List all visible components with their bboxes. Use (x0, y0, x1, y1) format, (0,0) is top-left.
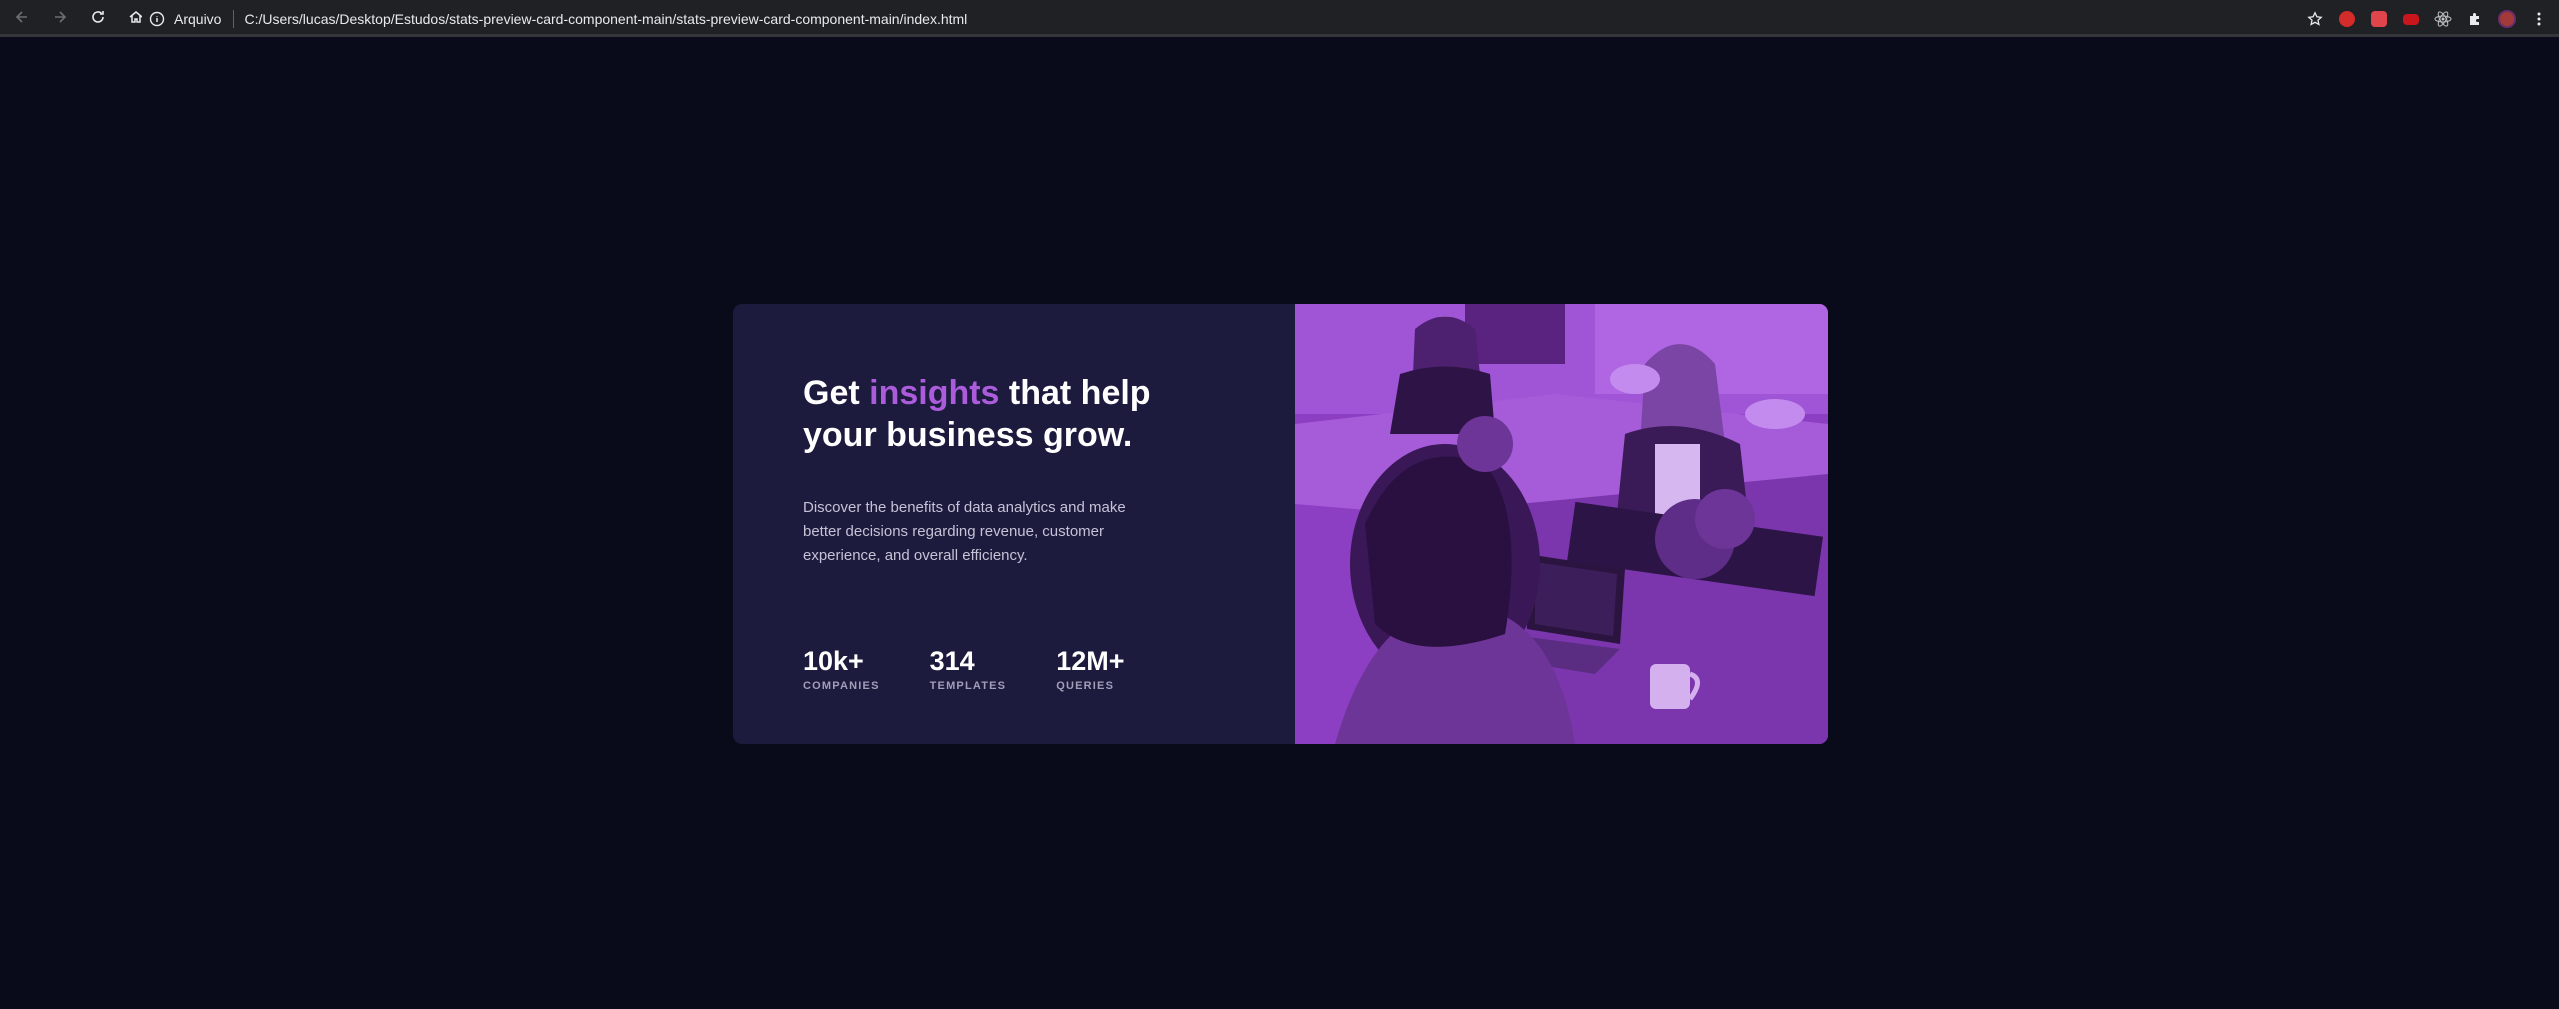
menu-icon (2537, 12, 2541, 26)
extension-3[interactable] (2397, 6, 2425, 32)
puzzle-icon (2470, 13, 2479, 25)
extension-4[interactable] (2429, 6, 2457, 32)
stat-templates: 314 TEMPLATES (930, 646, 1007, 692)
bookmark-star-button[interactable] (2301, 6, 2329, 32)
forward-icon (55, 11, 67, 23)
stats-preview-card: Get insights that help your business gro… (733, 304, 1828, 744)
stats-row: 10k+ COMPANIES 314 TEMPLATES 12M+ QUERIE… (803, 646, 1175, 692)
red-shield-icon (2339, 11, 2355, 27)
headline-start: Get (803, 374, 870, 412)
menu-button[interactable] (2525, 6, 2553, 32)
stat-queries: 12M+ QUERIES (1056, 646, 1124, 692)
stat-value: 10k+ (803, 646, 864, 676)
extension-2[interactable] (2365, 6, 2393, 32)
red-badge-icon (2403, 13, 2419, 25)
reload-icon (92, 11, 104, 23)
card-description: Discover the benefits of data analytics … (803, 499, 1126, 564)
stat-companies: 10k+ COMPANIES (803, 646, 880, 692)
stat-value: 314 (929, 646, 975, 676)
location-label: Arquivo (174, 10, 222, 27)
browser-toolbar: Arquivo C:/Users/lucas/Desktop/Estudos/s… (0, 0, 2559, 37)
headline-accent: insights (869, 374, 1000, 412)
extensions-button[interactable] (2461, 6, 2489, 32)
forward-button[interactable] (44, 1, 76, 33)
info-icon[interactable] (142, 11, 172, 27)
header-image (1295, 304, 1828, 744)
stat-label: QUERIES (1056, 680, 1115, 692)
stat-label: COMPANIES (803, 680, 880, 692)
address-separator (233, 9, 235, 28)
url-text[interactable]: C:/Users/lucas/Desktop/Estudos/stats-pre… (244, 11, 967, 27)
avatar (2498, 10, 2516, 28)
stat-label: TEMPLATES (929, 680, 1007, 692)
office-photo (1295, 304, 1828, 744)
extensions-bar (2297, 6, 2553, 32)
back-button[interactable] (6, 1, 38, 33)
star-icon (2307, 11, 2323, 26)
red-square-icon (2371, 11, 2387, 27)
extension-1[interactable] (2333, 6, 2361, 32)
profile-button[interactable] (2493, 6, 2521, 32)
card-headline: Get insights that help your business gro… (803, 372, 1203, 456)
address-bar[interactable]: Arquivo C:/Users/lucas/Desktop/Estudos/s… (142, 4, 2497, 33)
react-icon (2434, 11, 2452, 27)
reload-button[interactable] (82, 1, 114, 33)
card-content: Get insights that help your business gro… (733, 304, 1295, 744)
stat-value: 12M+ (1056, 646, 1125, 676)
back-icon (15, 11, 27, 23)
